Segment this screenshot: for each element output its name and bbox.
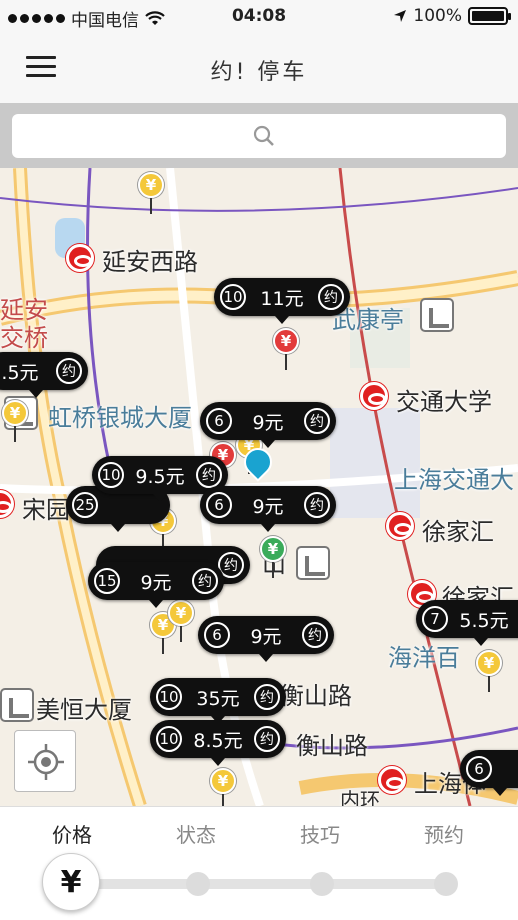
bottom-filter-bar: 价格 状态 技巧 预约 ¥ xyxy=(0,806,518,920)
parking-pin[interactable]: ¥ xyxy=(2,400,28,442)
map-view[interactable]: 延安西路 延安 交桥 武康亭 虹桥银城大厦 交通大学 上海交通大 宋园 徐家汇 … xyxy=(0,168,518,806)
map-label: 内环 xyxy=(340,788,380,806)
yen-icon: ¥ xyxy=(476,650,502,676)
parking-price-pill[interactable]: 7 5.5元 xyxy=(416,600,518,646)
building-icon xyxy=(296,546,330,580)
map-label: 美恒大厦 xyxy=(36,696,132,724)
spot-price: 11元 xyxy=(260,287,304,310)
metro-icon xyxy=(378,766,406,794)
search-icon xyxy=(253,125,274,146)
yen-icon: ¥ xyxy=(168,600,194,626)
locate-me-button[interactable] xyxy=(14,730,76,792)
reserve-badge: 约 xyxy=(254,684,280,710)
parking-price-pill[interactable]: 10 8.5元 约 xyxy=(150,720,286,766)
spot-count: 10 xyxy=(156,726,182,752)
search-bar xyxy=(0,104,518,168)
map-label: 延安西路 xyxy=(102,248,198,276)
parking-pin[interactable]: ¥ xyxy=(210,768,236,806)
search-input[interactable] xyxy=(12,114,506,158)
spot-price: 9.5元 xyxy=(135,465,185,488)
map-label: 上海交通大 xyxy=(394,466,514,494)
slider-stop-status[interactable] xyxy=(186,872,210,896)
spot-price: 9元 xyxy=(250,625,282,648)
spot-count: 25 xyxy=(72,492,98,518)
yen-icon: ¥ xyxy=(2,400,28,426)
slider-handle-yen[interactable]: ¥ xyxy=(42,853,100,911)
parking-price-pill[interactable]: 10 35元 约 xyxy=(150,678,286,724)
spot-count: 6 xyxy=(466,756,492,782)
map-label: 衡山路 xyxy=(296,732,368,760)
yen-icon: ¥ xyxy=(273,328,299,354)
spot-price: 9元 xyxy=(140,571,172,594)
nav-bar: 约! 停车 xyxy=(0,34,518,104)
metro-icon xyxy=(66,244,94,272)
spot-count: 10 xyxy=(156,684,182,710)
map-label: 徐家汇 xyxy=(422,518,494,546)
spot-count: 7 xyxy=(422,606,448,632)
slider-stop-reserve[interactable] xyxy=(434,872,458,896)
building-icon xyxy=(0,688,34,722)
map-label: 宋园 xyxy=(22,496,70,524)
reserve-badge: 约 xyxy=(302,622,328,648)
status-right: 100% xyxy=(393,6,511,26)
parking-price-pill[interactable]: 15 9元 约 xyxy=(88,562,224,608)
spot-price: 5.5元 xyxy=(459,609,509,632)
tab-tips[interactable]: 技巧 xyxy=(300,819,340,848)
map-label: 虹桥银城大厦 xyxy=(48,404,192,432)
reserve-badge: 约 xyxy=(56,358,82,384)
parking-pin[interactable]: ¥ xyxy=(168,600,194,642)
spot-count: 6 xyxy=(206,492,232,518)
reserve-badge: 约 xyxy=(304,492,330,518)
metro-icon xyxy=(360,382,388,410)
parking-price-pill[interactable]: 10 11元 约 xyxy=(214,278,350,324)
parking-pin[interactable]: ¥ xyxy=(260,536,286,578)
spot-price: 9元 xyxy=(252,411,284,434)
parking-price-pill[interactable]: 6 9元 约 xyxy=(198,616,334,662)
parking-price-pill[interactable]: .5元 约 xyxy=(0,352,88,398)
crosshair-icon xyxy=(28,744,64,780)
spot-count: 6 xyxy=(206,408,232,434)
tab-price[interactable]: 价格 xyxy=(52,819,92,848)
parking-pin[interactable]: ¥ xyxy=(476,650,502,692)
parking-price-pill[interactable]: 6 xyxy=(460,750,518,796)
status-bar: 中国电信 04:08 100% xyxy=(0,0,518,34)
reserve-badge: 约 xyxy=(192,568,218,594)
parking-price-pill[interactable]: 6 9元 约 xyxy=(200,402,336,448)
app-title: 约! 停车 xyxy=(210,60,308,85)
battery-icon xyxy=(468,7,511,25)
tab-status[interactable]: 状态 xyxy=(176,819,216,848)
parking-pin[interactable]: ¥ xyxy=(138,172,164,214)
yen-icon: ¥ xyxy=(210,768,236,794)
map-label: 衡山路 xyxy=(280,682,352,710)
parking-pin[interactable]: ¥ xyxy=(273,328,299,370)
metro-icon xyxy=(386,512,414,540)
reserve-badge: 约 xyxy=(196,462,222,488)
filter-slider-track[interactable] xyxy=(70,879,450,889)
reserve-badge: 约 xyxy=(254,726,280,752)
spot-count: 15 xyxy=(94,568,120,594)
parking-price-pill[interactable]: 6 9元 约 xyxy=(200,486,336,532)
slider-stop-tips[interactable] xyxy=(310,872,334,896)
battery-percent: 100% xyxy=(413,6,462,26)
spot-count: 10 xyxy=(220,284,246,310)
map-label: 海洋百 xyxy=(388,644,460,672)
reserve-badge: 约 xyxy=(304,408,330,434)
tab-reserve[interactable]: 预约 xyxy=(424,819,464,848)
spot-count: 6 xyxy=(204,622,230,648)
location-arrow-icon xyxy=(394,10,407,22)
spot-price: 35元 xyxy=(196,687,240,710)
building-icon xyxy=(420,298,454,332)
reserve-badge: 约 xyxy=(318,284,344,310)
spot-count: 10 xyxy=(98,462,124,488)
yen-icon: ¥ xyxy=(260,536,286,562)
spot-price: 9元 xyxy=(252,495,284,518)
map-label: 交桥 xyxy=(0,324,48,352)
spot-price: .5元 xyxy=(1,361,39,384)
yen-icon: ¥ xyxy=(138,172,164,198)
map-label: 交通大学 xyxy=(396,388,492,416)
spot-price: 8.5元 xyxy=(193,729,243,752)
